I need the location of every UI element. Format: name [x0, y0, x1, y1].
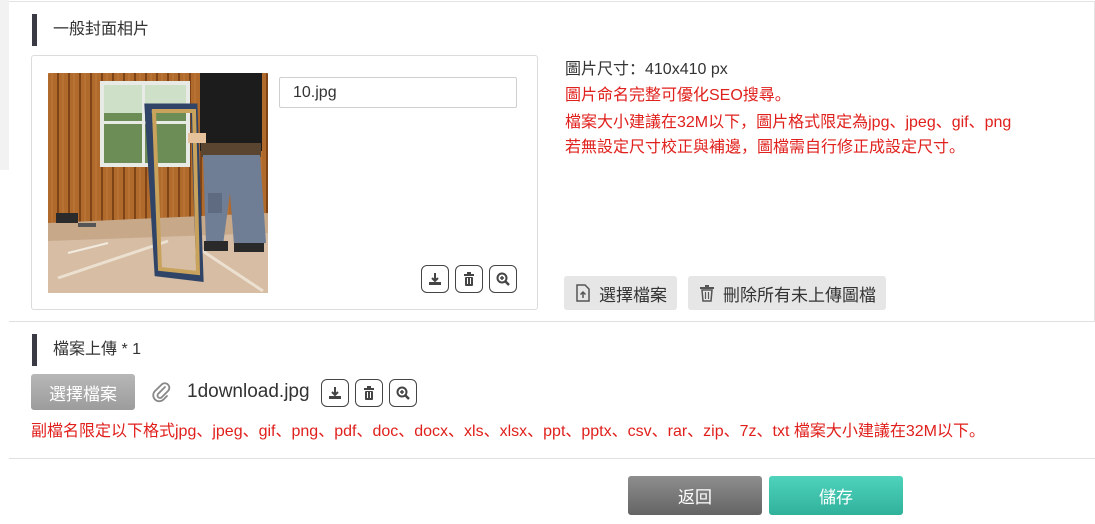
- back-button[interactable]: 返回: [628, 476, 762, 515]
- cover-image-card: [31, 55, 538, 310]
- attachment-filename: 1download.jpg: [187, 381, 310, 402]
- download-icon: [329, 387, 341, 399]
- trash-icon: [364, 386, 374, 400]
- zoom-in-icon: [396, 386, 410, 400]
- delete-unuploaded-label: 刪除所有未上傳圖檔: [723, 285, 876, 305]
- download-button[interactable]: [421, 265, 449, 293]
- cover-filename-input[interactable]: [279, 77, 517, 108]
- resize-note: 若無設定尺寸校正與補邊，圖檔需自行修正成設定尺寸。: [565, 139, 966, 156]
- delete-unuploaded-button[interactable]: 刪除所有未上傳圖檔: [688, 276, 886, 310]
- delete-button[interactable]: [455, 265, 483, 293]
- file-upload-icon: [576, 284, 590, 302]
- choose-image-label: 選擇檔案: [599, 285, 667, 305]
- section-divider: [9, 321, 1095, 322]
- upload-section-title: 檔案上傳 * 1: [32, 334, 141, 366]
- cover-photo-image: [48, 73, 268, 293]
- cover-section-title: 一般封面相片: [32, 14, 149, 46]
- attachment-delete-button[interactable]: [355, 379, 383, 407]
- zoom-in-icon: [496, 272, 510, 286]
- paperclip-icon: [152, 382, 171, 403]
- file-format-notice: 副檔名限定以下格式jpg、jpeg、gif、png、pdf、doc、docx、x…: [31, 423, 985, 440]
- footer-divider: [9, 458, 1095, 459]
- top-divider: [9, 1, 1095, 2]
- trash-icon: [700, 285, 714, 302]
- zoom-button[interactable]: [489, 265, 517, 293]
- file-size-note: 檔案大小建議在32M以下，圖片格式限定為jpg、jpeg、gif、png: [565, 114, 1012, 131]
- choose-file-button[interactable]: 選擇檔案: [31, 374, 135, 410]
- attachment-zoom-button[interactable]: [389, 379, 417, 407]
- image-size-info: 圖片尺寸：410x410 px: [565, 61, 728, 78]
- choose-image-button[interactable]: 選擇檔案: [564, 276, 677, 310]
- save-button[interactable]: 儲存: [769, 476, 903, 515]
- download-icon: [429, 273, 441, 285]
- trash-icon: [464, 272, 474, 286]
- cover-photo[interactable]: [48, 73, 268, 293]
- seo-note: 圖片命名完整可優化SEO搜尋。: [565, 87, 791, 104]
- page-gutter: [0, 0, 9, 170]
- attachment-download-button[interactable]: [321, 379, 349, 407]
